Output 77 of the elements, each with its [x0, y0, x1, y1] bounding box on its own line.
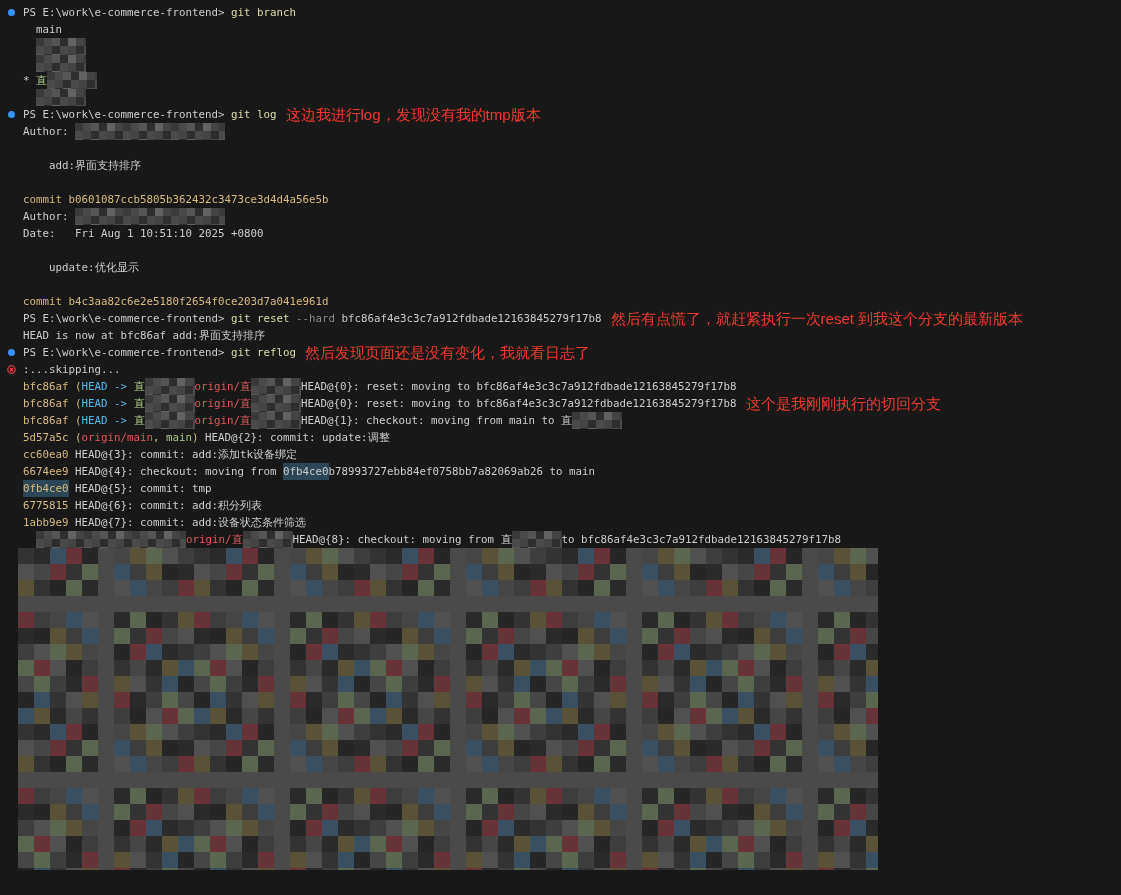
output-text: HEAD@{5}: commit: tmp	[74, 481, 212, 497]
pixelated-area	[251, 412, 302, 429]
output-text: b78993727ebb84ef0758bb7a82069ab26 to main	[328, 464, 596, 480]
commit-hash-text: 6674ee9	[23, 464, 69, 480]
output-text: add:界面支持排序	[48, 158, 141, 174]
commit-hash-text: 6775815	[23, 498, 69, 514]
commit-hash-text: )	[192, 430, 199, 446]
commit-hash-text: commit b0601087ccb5805b362432c3473ce3d4d4a56e5b	[23, 192, 329, 208]
error-icon	[7, 365, 16, 374]
command-text: git log	[231, 107, 277, 123]
output-text: update:优化显示	[48, 260, 139, 276]
remote-branch-text: origin/main	[81, 430, 154, 446]
pixelated-area	[144, 395, 195, 412]
command-text: git reflog	[231, 345, 297, 361]
branch-name-text: 直	[133, 413, 145, 429]
remote-branch-text: origin/直	[194, 379, 252, 395]
status-dot-icon	[7, 110, 16, 119]
command-text: git branch	[231, 5, 297, 21]
commit-hash-text: bfc86af (	[23, 413, 82, 429]
output-text: HEAD@{8}: checkout: moving from 直	[292, 532, 512, 548]
remote-branch-text: origin/直	[194, 413, 252, 429]
output-text: HEAD@{6}: commit: add:积分列表	[74, 498, 263, 514]
prompt-text: PS E:\work\e-commerce-frontend>	[23, 345, 226, 361]
annotation-text: 然后发现页面还是没有变化，我就看日志了	[305, 344, 591, 361]
output-text: :...skipping...	[23, 362, 121, 378]
output-text: HEAD@{1}: checkout: moving from main to 直	[301, 413, 573, 429]
output-text: 0fb4ce0	[283, 463, 329, 480]
commit-hash-text: bfc86af (	[23, 379, 82, 395]
output-text: HEAD@{2}: commit: update:调整	[204, 430, 390, 446]
branch-name-text: 直	[133, 379, 145, 395]
output-text: HEAD@{4}: checkout: moving from	[74, 464, 278, 480]
remote-branch-text: origin/直	[186, 532, 243, 548]
annotation-text: 这个是我刚刚执行的切回分支	[745, 395, 941, 412]
output-text: HEAD@{3}: commit: add:添加tk设备绑定	[74, 447, 298, 463]
remote-branch-text: origin/直	[194, 396, 252, 412]
output-text: HEAD@{7}: commit: add:设备状态条件筛选	[74, 515, 307, 531]
pixelated-area	[251, 395, 302, 412]
pixelated-area	[572, 412, 623, 429]
commit-hash-text: 0fb4ce0	[23, 480, 69, 497]
output-text: bfc86af4e3c3c7a912fdbade12163845279f17b8	[340, 311, 602, 327]
commit-hash-text: ,	[153, 430, 161, 446]
output-text: main	[35, 22, 62, 38]
branch-name-text: 直	[36, 73, 47, 89]
output-text: HEAD@{0}: reset: moving to bfc86af4e3c3c7a912fdbade12163845279f17b8	[301, 379, 737, 395]
status-dot-icon	[7, 348, 16, 357]
output-text: HEAD@{0}: reset: moving to bfc86af4e3c3c7a912fdbade12163845279f17b8	[301, 396, 737, 412]
output-text: to bfc86af4e3c3c7a912fdbade12163845279f17b8	[561, 532, 842, 548]
head-ref-text: HEAD ->	[81, 379, 129, 395]
output-text: Author:	[23, 124, 70, 140]
pixelated-area	[36, 89, 86, 106]
pixelated-area	[144, 412, 195, 429]
pixelated-area	[36, 55, 86, 72]
pixelated-area	[47, 72, 97, 89]
output-text: HEAD is now at bfc86af add:界面支持排序	[23, 328, 265, 344]
status-dot-icon	[7, 8, 16, 17]
annotation-text: 这边我进行log，发现没有我的tmp版本	[285, 106, 541, 123]
pixelated-area	[36, 38, 86, 55]
output-text: Author:	[23, 209, 70, 225]
commit-hash-text: bfc86af (	[23, 396, 82, 412]
pixelated-area	[251, 378, 302, 395]
branch-name-text: main	[166, 430, 193, 446]
commit-hash-text: commit b4c3aa82c6e2e5180f2654f0ce203d7a041e961d	[23, 294, 329, 310]
command-text: git reset	[231, 311, 291, 327]
pixelated-area	[144, 378, 195, 395]
annotation-text: 然后有点慌了，就赶紧执行一次reset 到我这个分支的最新版本	[610, 310, 1024, 327]
head-ref-text: HEAD ->	[81, 413, 129, 429]
commit-hash-text: 5d57a5c (	[23, 430, 82, 446]
commit-hash-text: 1abb9e9	[23, 515, 69, 531]
flag-text: --hard	[296, 311, 336, 327]
prompt-text: PS E:\work\e-commerce-frontend>	[23, 107, 226, 123]
prompt-text: PS E:\work\e-commerce-frontend>	[23, 311, 226, 327]
output-text: Date: Fri Aug 1 10:51:10 2025 +0800	[23, 226, 264, 242]
output-text: *	[23, 73, 31, 89]
prompt-text: PS E:\work\e-commerce-frontend>	[23, 5, 226, 21]
branch-name-text: 直	[133, 396, 145, 412]
head-ref-text: HEAD ->	[81, 396, 129, 412]
commit-hash-text: cc60ea0	[23, 447, 69, 463]
